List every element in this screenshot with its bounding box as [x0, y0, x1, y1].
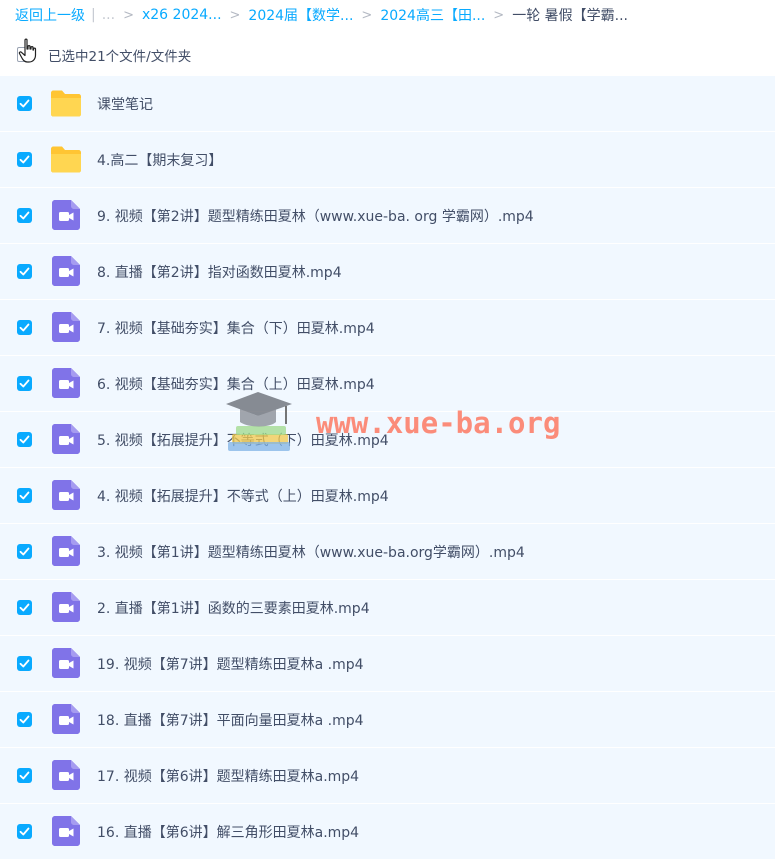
file-name[interactable]: 4. 视频【拓展提升】不等式（上）田夏林.mp4 [97, 486, 389, 506]
video-file-icon [52, 592, 80, 622]
file-name[interactable]: 课堂笔记 [97, 94, 153, 114]
row-checkbox[interactable] [17, 320, 32, 335]
file-row[interactable]: 17. 视频【第6讲】题型精练田夏林a.mp4 [0, 748, 775, 804]
selection-bar: 已选中21个文件/文件夹 [0, 38, 775, 70]
folder-icon [51, 146, 81, 173]
video-file-icon [52, 312, 80, 342]
video-file-icon [52, 816, 80, 846]
row-checkbox[interactable] [17, 376, 32, 391]
file-name[interactable]: 8. 直播【第2讲】指对函数田夏林.mp4 [97, 262, 342, 282]
file-row[interactable]: 6. 视频【基础夯实】集合（上）田夏林.mp4 [0, 356, 775, 412]
hand-cursor-icon [18, 38, 37, 63]
breadcrumb-divider: | [91, 7, 96, 23]
file-row[interactable]: 19. 视频【第7讲】题型精练田夏林a .mp4 [0, 636, 775, 692]
row-checkbox[interactable] [17, 96, 32, 111]
file-row[interactable]: 8. 直播【第2讲】指对函数田夏林.mp4 [0, 244, 775, 300]
file-name[interactable]: 7. 视频【基础夯实】集合（下）田夏林.mp4 [97, 318, 375, 338]
file-row[interactable]: 课堂笔记 [0, 76, 775, 132]
file-name[interactable]: 16. 直播【第6讲】解三角形田夏林a.mp4 [97, 822, 359, 842]
row-checkbox[interactable] [17, 824, 32, 839]
file-name[interactable]: 4.高二【期末复习】 [97, 150, 222, 170]
file-row[interactable]: 2. 直播【第1讲】函数的三要素田夏林.mp4 [0, 580, 775, 636]
breadcrumb-link[interactable]: 2024高三【田... [380, 5, 485, 25]
selection-count: 已选中21个文件/文件夹 [48, 49, 192, 65]
video-file-icon [52, 760, 80, 790]
file-row[interactable]: 9. 视频【第2讲】题型精练田夏林（www.xue-ba. org 学霸网）.m… [0, 188, 775, 244]
file-list: 课堂笔记 4.高二【期末复习】 9. 视频【第2讲】题型精练田夏林（www.xue-… [0, 76, 775, 860]
video-file-icon [52, 480, 80, 510]
video-file-icon [52, 424, 80, 454]
video-file-icon [52, 704, 80, 734]
row-checkbox[interactable] [17, 600, 32, 615]
row-checkbox[interactable] [17, 264, 32, 279]
file-row[interactable]: 7. 视频【基础夯实】集合（下）田夏林.mp4 [0, 300, 775, 356]
file-row[interactable]: 3. 视频【第1讲】题型精练田夏林（www.xue-ba.org学霸网）.mp4 [0, 524, 775, 580]
video-file-icon [52, 256, 80, 286]
breadcrumb-link[interactable]: x26 2024... [142, 7, 222, 23]
folder-icon [51, 90, 81, 117]
file-name[interactable]: 6. 视频【基础夯实】集合（上）田夏林.mp4 [97, 374, 375, 394]
row-checkbox[interactable] [17, 656, 32, 671]
breadcrumb-current: 一轮 暑假【学霸... [512, 8, 629, 24]
row-checkbox[interactable] [17, 544, 32, 559]
breadcrumb: 返回上一级 | ... > x26 2024... > 2024届【数学... … [0, 0, 775, 30]
file-row[interactable]: 16. 直播【第6讲】解三角形田夏林a.mp4 [0, 804, 775, 860]
file-name[interactable]: 3. 视频【第1讲】题型精练田夏林（www.xue-ba.org学霸网）.mp4 [97, 542, 525, 562]
row-checkbox[interactable] [17, 432, 32, 447]
breadcrumb-ellipsis[interactable]: ... [102, 7, 115, 23]
row-checkbox[interactable] [17, 768, 32, 783]
back-link[interactable]: 返回上一级 [15, 5, 85, 25]
file-row[interactable]: 4. 视频【拓展提升】不等式（上）田夏林.mp4 [0, 468, 775, 524]
chevron-right-icon: > [493, 7, 505, 23]
file-row[interactable]: 4.高二【期末复习】 [0, 132, 775, 188]
video-file-icon [52, 200, 80, 230]
file-row[interactable]: 5. 视频【拓展提升】不等式（下）田夏林.mp4 [0, 412, 775, 468]
file-name[interactable]: 9. 视频【第2讲】题型精练田夏林（www.xue-ba. org 学霸网）.m… [97, 206, 534, 226]
breadcrumb-link[interactable]: 2024届【数学... [248, 5, 353, 25]
row-checkbox[interactable] [17, 152, 32, 167]
video-file-icon [52, 368, 80, 398]
chevron-right-icon: > [229, 7, 241, 23]
row-checkbox[interactable] [17, 712, 32, 727]
row-checkbox[interactable] [17, 208, 32, 223]
file-name[interactable]: 2. 直播【第1讲】函数的三要素田夏林.mp4 [97, 598, 370, 618]
file-name[interactable]: 17. 视频【第6讲】题型精练田夏林a.mp4 [97, 766, 359, 786]
file-name[interactable]: 19. 视频【第7讲】题型精练田夏林a .mp4 [97, 654, 364, 674]
file-name[interactable]: 18. 直播【第7讲】平面向量田夏林a .mp4 [97, 710, 364, 730]
row-checkbox[interactable] [17, 488, 32, 503]
file-row[interactable]: 18. 直播【第7讲】平面向量田夏林a .mp4 [0, 692, 775, 748]
chevron-right-icon: > [361, 7, 373, 23]
video-file-icon [52, 648, 80, 678]
chevron-right-icon: > [123, 7, 134, 23]
file-name[interactable]: 5. 视频【拓展提升】不等式（下）田夏林.mp4 [97, 430, 389, 450]
video-file-icon [52, 536, 80, 566]
